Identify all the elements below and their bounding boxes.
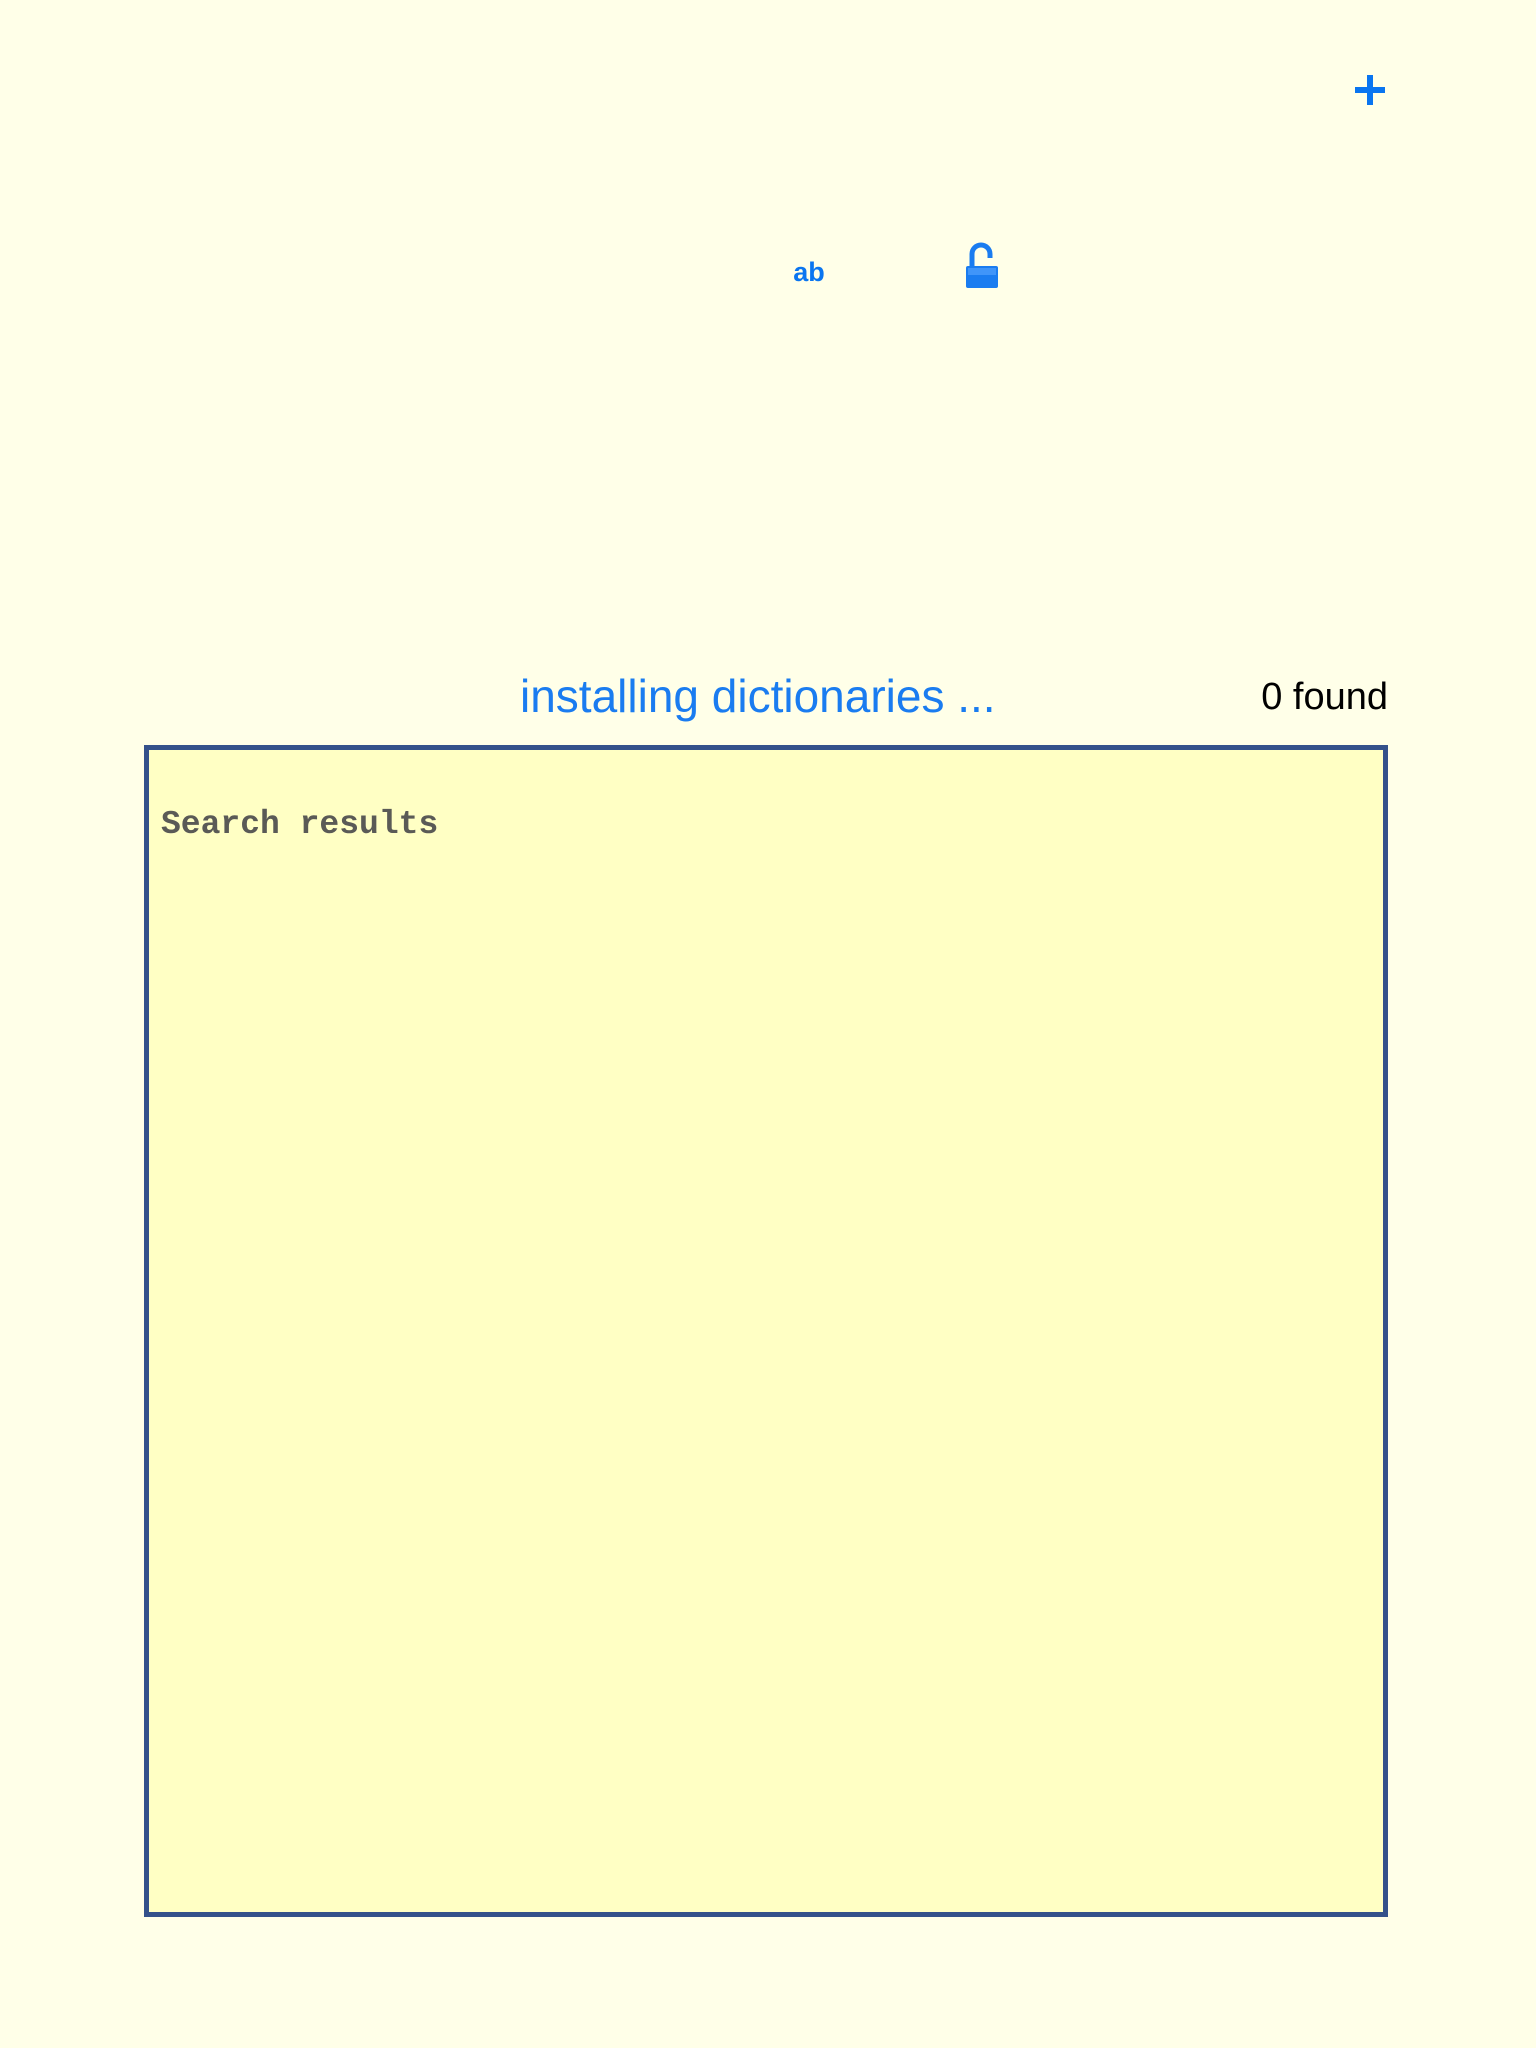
search-results-label: Search results <box>161 806 439 843</box>
unlocked-padlock-icon <box>962 242 1002 290</box>
add-button[interactable] <box>1348 62 1392 118</box>
status-message: installing dictionaries ... <box>520 670 996 722</box>
plus-icon <box>1353 73 1387 107</box>
search-results-panel[interactable]: Search results <box>144 745 1388 1917</box>
found-count: 0 found <box>1261 676 1388 718</box>
lock-toggle-button[interactable] <box>962 242 1002 290</box>
ab-button[interactable]: ab <box>776 254 842 290</box>
